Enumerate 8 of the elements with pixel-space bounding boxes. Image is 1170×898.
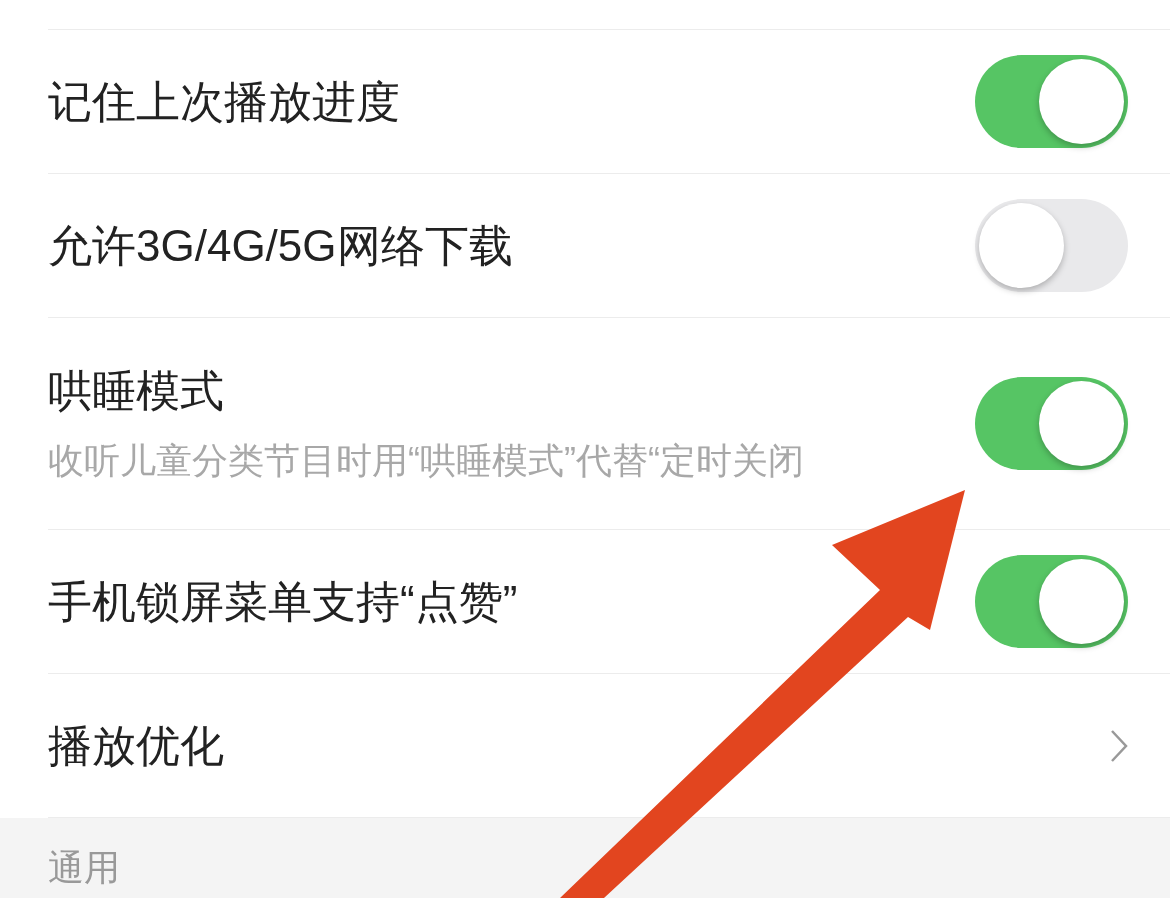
setting-label: 允许3G/4G/5G网络下载 [48,219,513,272]
setting-label: 哄睡模式 [48,364,225,417]
section-header: 通用 [48,847,120,888]
setting-label: 播放优化 [48,719,224,772]
setting-description: 收听儿童分类节目时用“哄睡模式”代替“定时关闭 [48,438,804,483]
setting-label: 手机锁屏菜单支持“点赞” [48,575,518,628]
chevron-right-icon [1110,728,1128,763]
setting-label: 记住上次播放进度 [48,75,400,128]
